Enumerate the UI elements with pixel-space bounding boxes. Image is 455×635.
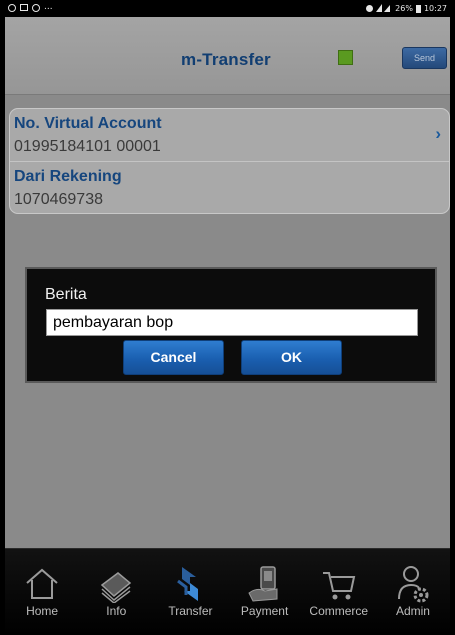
tab-transfer[interactable]: Transfer	[153, 549, 227, 635]
virtual-account-value: 01995184101 00001	[14, 138, 161, 155]
status-right-icons: 26% 10:27	[366, 3, 447, 14]
tab-home[interactable]: Home	[5, 549, 79, 635]
source-account-value: 1070469738	[14, 191, 103, 208]
virtual-account-label: No. Virtual Account	[14, 115, 162, 132]
tab-home-label: Home	[26, 604, 59, 618]
payment-icon	[247, 565, 283, 603]
dialog-label: Berita	[45, 286, 87, 303]
tab-admin-label: Admin	[395, 604, 430, 618]
cancel-button[interactable]: Cancel	[123, 340, 224, 375]
info-icon	[98, 565, 134, 604]
status-bar: ... 26% 10:27	[5, 0, 450, 17]
tab-commerce-label: Commerce	[309, 604, 369, 618]
ok-button[interactable]: OK	[241, 340, 342, 375]
bottom-tab-bar: Home Info Transfer Payment Commerce Admi…	[5, 548, 450, 635]
app-notification-icon	[32, 3, 40, 12]
tab-admin[interactable]: Admin	[376, 549, 450, 635]
tab-info[interactable]: Info	[79, 549, 153, 635]
home-icon	[24, 565, 60, 603]
cart-icon	[321, 565, 357, 603]
message-dialog: Berita Cancel OK	[25, 267, 437, 383]
status-left-icons: ...	[8, 3, 53, 12]
wifi-signal-icon	[376, 3, 392, 14]
virtual-account-row[interactable]: No. Virtual Account 01995184101 00001 ›	[10, 109, 449, 162]
tab-transfer-label: Transfer	[168, 604, 213, 618]
connection-status-indicator	[338, 50, 353, 65]
source-account-row[interactable]: Dari Rekening 1070469738	[10, 162, 449, 213]
tab-info-label: Info	[106, 604, 127, 618]
alarm-icon	[366, 5, 374, 12]
message-input[interactable]	[46, 309, 418, 336]
page-title: m-Transfer	[181, 50, 271, 69]
transfer-icon	[172, 565, 208, 603]
admin-icon	[395, 565, 431, 603]
transfer-form-card: No. Virtual Account 01995184101 00001 › …	[9, 108, 450, 214]
tab-payment[interactable]: Payment	[228, 549, 302, 635]
gallery-notification-icon	[20, 4, 28, 11]
source-account-label: Dari Rekening	[14, 168, 122, 185]
battery-icon	[415, 4, 421, 13]
whatsapp-notification-icon	[8, 3, 16, 12]
app-header: m-Transfer Send	[5, 17, 450, 95]
chevron-right-icon: ›	[435, 124, 441, 143]
send-button[interactable]: Send	[402, 47, 447, 69]
tab-commerce[interactable]: Commerce	[302, 549, 376, 635]
app-frame: ... 26% 10:27 m-Transfer Send No. Virtua…	[5, 0, 450, 635]
tab-payment-label: Payment	[240, 604, 289, 618]
clock: 10:27	[423, 4, 447, 13]
more-notifications-icon: ...	[44, 2, 53, 12]
battery-percent: 26%	[395, 4, 413, 13]
